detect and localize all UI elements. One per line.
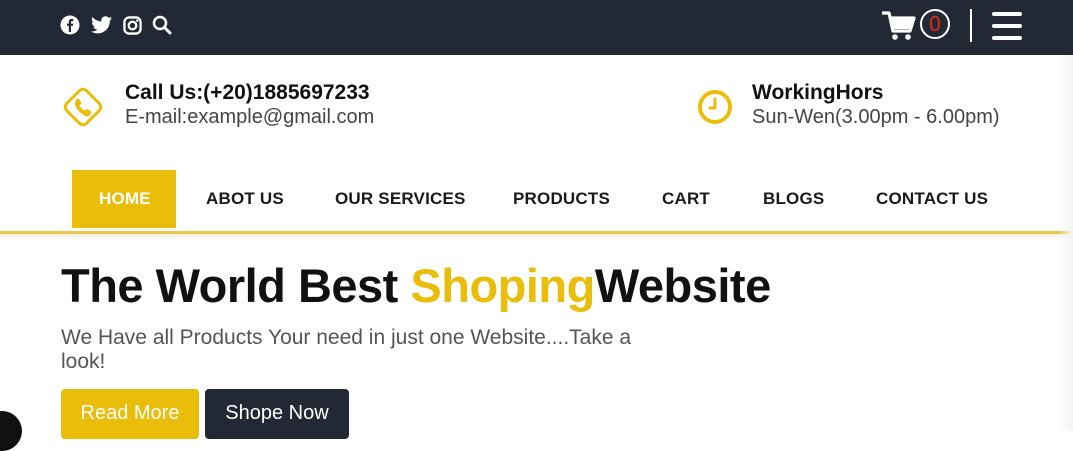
header-divider (970, 9, 972, 42)
screen-corner (0, 411, 22, 451)
cart-icon[interactable] (881, 10, 916, 42)
cart-count-badge[interactable]: 0 (920, 9, 950, 39)
clock-icon (696, 88, 734, 126)
read-more-button[interactable]: Read More (61, 389, 199, 439)
hero-subtitle: We Have all Products Your need in just o… (61, 326, 632, 373)
page-edge-shadow (1058, 55, 1073, 431)
phone-label[interactable]: Call Us:(+20)1885697233 (125, 81, 370, 105)
nav-item-blogs[interactable]: BLOGS (763, 189, 824, 209)
nav-shadow (0, 234, 1073, 240)
top-bar: 0 (0, 0, 1073, 55)
working-hours-text: Sun-Wen(3.00pm - 6.00pm) (752, 106, 1000, 128)
hero-title: The World Best ShopingWebsite (61, 258, 771, 313)
facebook-icon[interactable] (59, 14, 81, 36)
nav-item-home[interactable]: HOME (99, 189, 151, 209)
instagram-icon[interactable] (121, 14, 143, 36)
hero-title-start: The World Best (61, 259, 411, 312)
nav-item-contact[interactable]: CONTACT US (876, 189, 988, 209)
nav-item-products[interactable]: PRODUCTS (513, 189, 610, 209)
nav-item-about[interactable]: ABOT US (206, 189, 284, 209)
twitter-icon[interactable] (90, 14, 112, 36)
email-label[interactable]: E-mail:example@gmail.com (125, 106, 374, 129)
hero-title-end: Website (594, 259, 771, 312)
working-hours-title: WorkingHors (752, 81, 884, 104)
search-icon[interactable] (151, 14, 173, 36)
hamburger-menu-icon[interactable] (992, 12, 1022, 40)
nav-item-cart[interactable]: CART (662, 189, 710, 209)
phone-icon (60, 84, 106, 130)
nav-item-services[interactable]: OUR SERVICES (335, 189, 466, 209)
hero-title-accent: Shoping (410, 259, 595, 312)
shop-now-button[interactable]: Shope Now (205, 389, 349, 439)
